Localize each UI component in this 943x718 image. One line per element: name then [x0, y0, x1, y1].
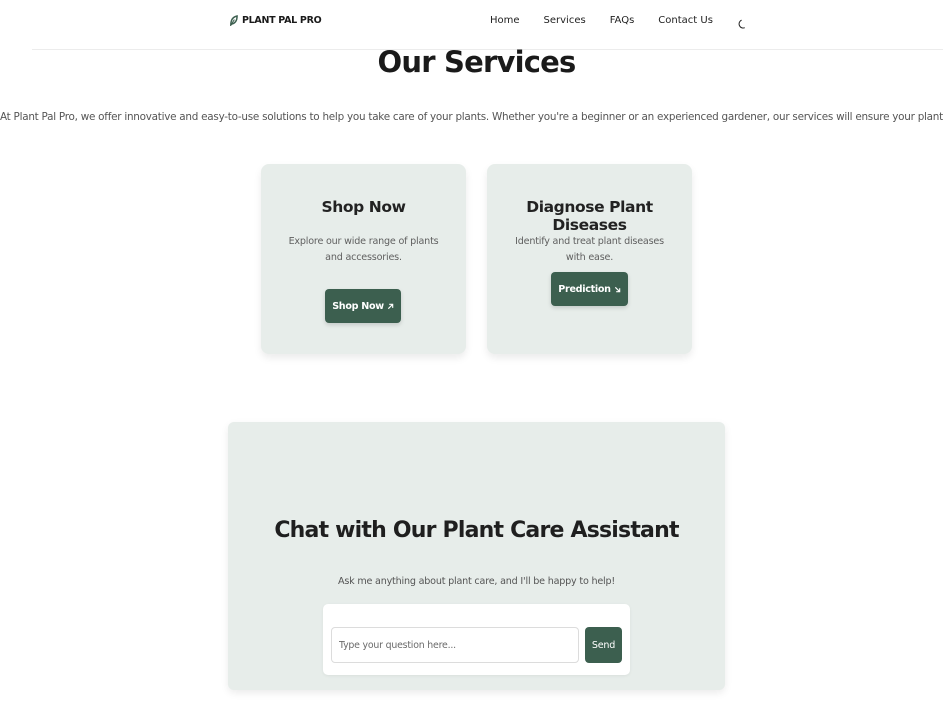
leaf-icon: [230, 15, 238, 26]
navbar: PLANT PAL PRO Home Services FAQs Contact…: [32, 0, 943, 50]
prediction-button[interactable]: Prediction: [551, 272, 628, 306]
nav-home[interactable]: Home: [490, 15, 520, 26]
brand-name: PLANT PAL PRO: [242, 15, 322, 26]
arrow-up-right-icon: [387, 303, 394, 309]
nav-faqs[interactable]: FAQs: [610, 15, 635, 26]
nav-links: Home Services FAQs Contact Us: [490, 15, 748, 29]
nav-contact-us[interactable]: Contact Us: [658, 15, 713, 26]
shop-now-card: Shop Now Explore our wide range of plant…: [261, 164, 466, 354]
arrow-down-right-icon: [614, 286, 620, 292]
brand-logo[interactable]: PLANT PAL PRO: [229, 15, 322, 26]
card-description: Identify and treat plant diseases with e…: [515, 236, 664, 263]
card-title: Shop Now: [321, 198, 406, 216]
button-label: Prediction: [558, 283, 611, 295]
chat-form: Send: [323, 604, 630, 675]
services-title: Our Services: [377, 45, 577, 79]
chat-input[interactable]: [331, 627, 579, 663]
nav-services[interactable]: Services: [544, 15, 586, 26]
chat-section: Chat with Our Plant Care Assistant Ask m…: [228, 422, 725, 690]
shop-now-button[interactable]: Shop Now: [325, 289, 401, 323]
card-title: Diagnose Plant Diseases: [526, 198, 653, 234]
chat-subtitle: Ask me anything about plant care, and I'…: [337, 576, 616, 587]
send-button[interactable]: Send: [585, 627, 622, 663]
moon-icon[interactable]: [737, 15, 748, 29]
button-label: Shop Now: [332, 300, 384, 312]
chat-title: Chat with Our Plant Care Assistant: [274, 518, 679, 543]
services-description: At Plant Pal Pro, we offer innovative an…: [0, 111, 943, 123]
card-description: Explore our wide range of plants and acc…: [288, 236, 439, 263]
diagnose-card: Diagnose Plant Diseases Identify and tre…: [487, 164, 692, 354]
